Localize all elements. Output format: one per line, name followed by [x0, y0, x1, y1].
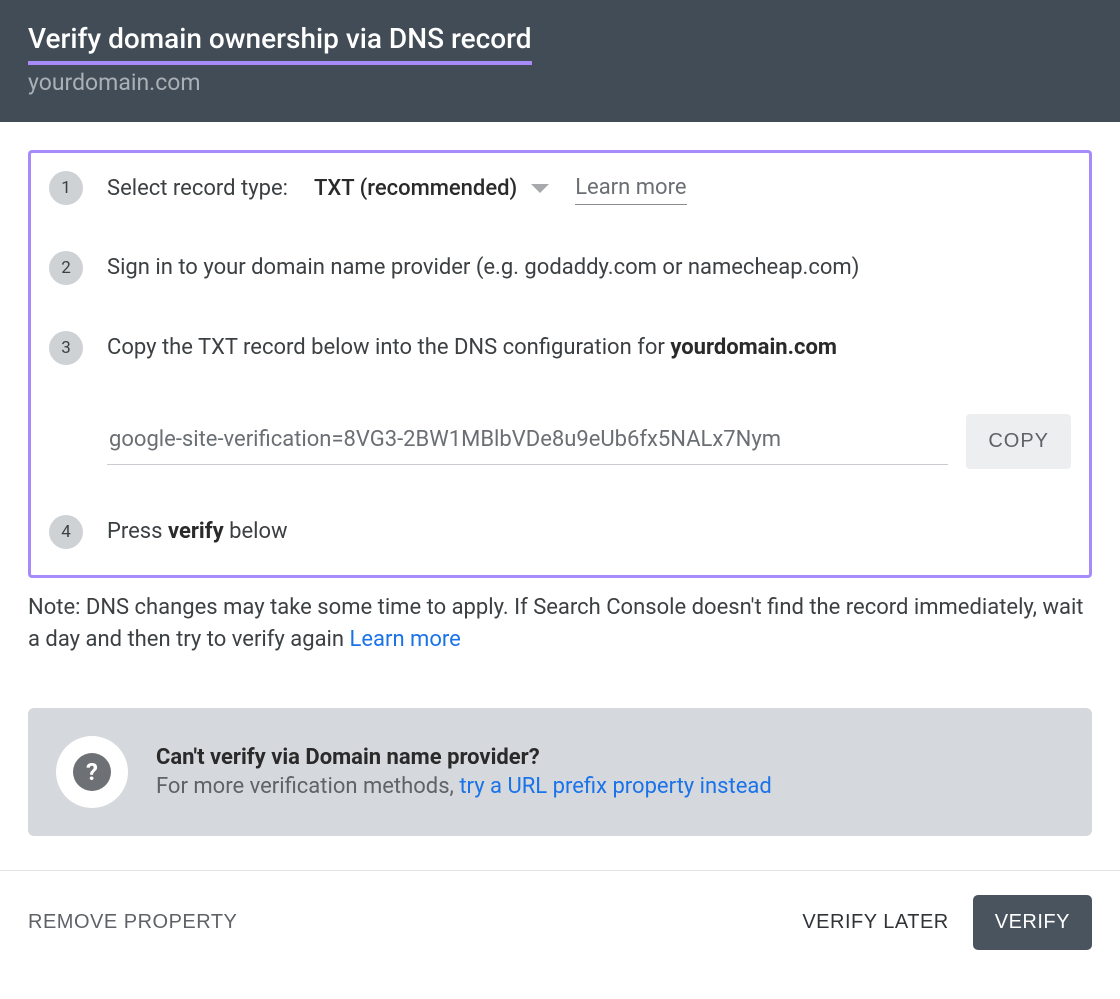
- step-1: 1 Select record type: TXT (recommended) …: [49, 171, 1071, 205]
- help-icon: ?: [56, 736, 128, 808]
- step-number: 2: [49, 251, 83, 285]
- verify-later-button[interactable]: VERIFY LATER: [802, 911, 948, 934]
- step-4: 4 Press verify below: [49, 515, 1071, 549]
- url-prefix-link[interactable]: try a URL prefix property instead: [459, 774, 771, 799]
- step-3-domain: yourdomain.com: [670, 335, 837, 360]
- alt-sub-prefix: For more verification methods,: [156, 774, 459, 799]
- verify-button[interactable]: VERIFY: [973, 895, 1092, 950]
- step-3: 3 Copy the TXT record below into the DNS…: [49, 331, 1071, 469]
- dialog-title: Verify domain ownership via DNS record: [28, 22, 532, 65]
- dialog-header: Verify domain ownership via DNS record y…: [0, 0, 1120, 122]
- note-learn-more-link[interactable]: Learn more: [350, 627, 461, 652]
- copy-button[interactable]: COPY: [966, 414, 1071, 469]
- dialog-content: 1 Select record type: TXT (recommended) …: [0, 122, 1120, 836]
- alt-title: Can't verify via Domain name provider?: [156, 745, 772, 770]
- note-text: Note: DNS changes may take some time to …: [28, 592, 1092, 656]
- question-mark-icon: ?: [73, 753, 111, 791]
- step-number: 4: [49, 515, 83, 549]
- remove-property-button[interactable]: REMOVE PROPERTY: [28, 911, 237, 934]
- dialog-footer: REMOVE PROPERTY VERIFY LATER VERIFY: [0, 870, 1120, 974]
- domain-name: yourdomain.com: [28, 69, 1092, 96]
- step-4-suffix: below: [224, 519, 288, 544]
- step-number: 3: [49, 331, 83, 365]
- steps-container: 1 Select record type: TXT (recommended) …: [28, 150, 1092, 578]
- step-2: 2 Sign in to your domain name provider (…: [49, 251, 1071, 285]
- chevron-down-icon: [531, 184, 549, 193]
- step-4-prefix: Press: [107, 519, 168, 544]
- step-number: 1: [49, 171, 83, 205]
- step-2-text: Sign in to your domain name provider (e.…: [107, 251, 1071, 284]
- step-1-label: Select record type:: [107, 174, 288, 205]
- step-3-text: Copy the TXT record below into the DNS c…: [107, 335, 670, 360]
- record-type-value: TXT (recommended): [314, 174, 517, 205]
- txt-record-field[interactable]: google-site-verification=8VG3-2BW1MBlbVD…: [107, 417, 948, 465]
- record-type-select[interactable]: TXT (recommended): [314, 174, 549, 205]
- step-4-verify: verify: [168, 519, 224, 544]
- alternate-method-box: ? Can't verify via Domain name provider?…: [28, 708, 1092, 836]
- learn-more-link[interactable]: Learn more: [575, 173, 686, 205]
